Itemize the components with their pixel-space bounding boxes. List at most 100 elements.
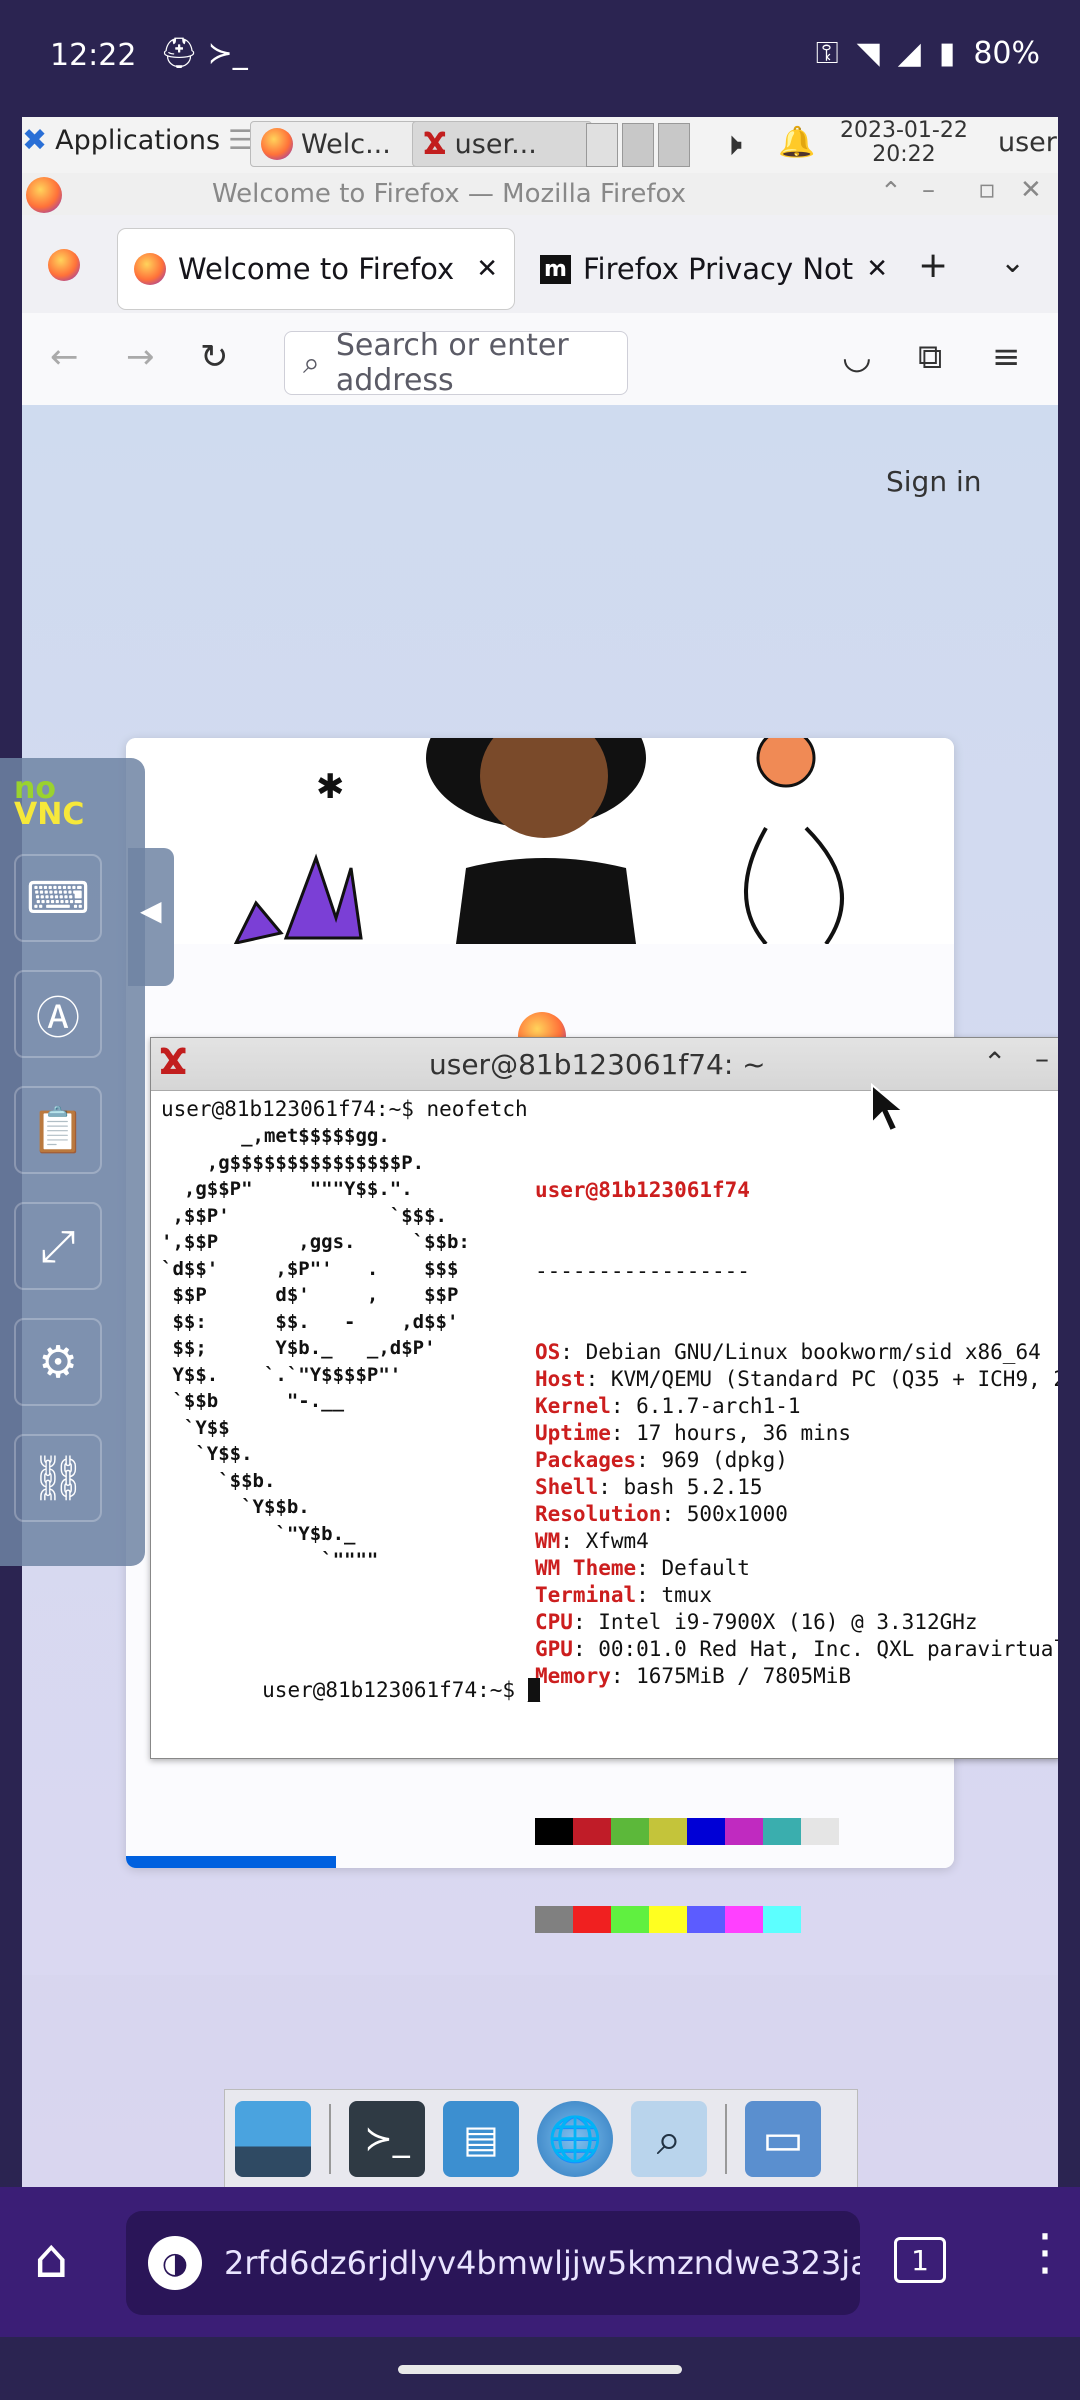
vpn-key-icon: ⚿ [815, 36, 839, 71]
workspace-1[interactable] [586, 123, 618, 167]
firefox-view-icon[interactable] [48, 249, 80, 281]
applications-label: Applications [55, 125, 221, 156]
prompt-line[interactable]: user@81b123061f74:~$ _ [161, 1650, 541, 1731]
home-icon[interactable]: ⌂ [34, 2227, 68, 2290]
tab-counter[interactable]: 1 [894, 2237, 946, 2283]
color-swatch [573, 1906, 611, 1933]
window-shade-icon[interactable]: ⌃ [880, 177, 902, 207]
info-value: : tmux [636, 1583, 713, 1607]
maximize-icon[interactable]: ▫ [978, 175, 996, 205]
keyboard-icon[interactable]: ⌨ [14, 854, 102, 942]
onboarding-progress [126, 1856, 336, 1868]
color-swatch [725, 1906, 763, 1933]
tab-label: Welcome to Firefox [178, 252, 455, 286]
mute-icon[interactable]: 🕨 [722, 125, 742, 164]
list-tabs-chevron-down-icon[interactable]: ⌄ [1000, 245, 1025, 280]
workspace-switcher[interactable] [586, 123, 690, 167]
panel-clock[interactable]: 2023-01-22 20:22 [840, 119, 968, 167]
folder-icon[interactable]: ▭ [745, 2101, 821, 2177]
sign-in-link[interactable]: Sign in [886, 465, 982, 498]
pocket-icon[interactable]: ◡ [842, 337, 872, 377]
clipboard-icon[interactable]: 📋 [14, 1086, 102, 1174]
app-finder-search-icon[interactable]: ⌕ [631, 2101, 707, 2177]
minimize-icon[interactable]: – [1035, 1042, 1049, 1075]
color-swatch [725, 1818, 763, 1845]
browser-url-bar[interactable]: ◑ 2rfd6dz6rjdlyv4bmwljjw5kmzndwe323jadl [126, 2211, 860, 2315]
firefox-tab-icon [134, 253, 166, 285]
wifi-icon: ◥ [856, 36, 880, 71]
gesture-handle[interactable] [398, 2365, 682, 2374]
file-manager-icon[interactable]: ▤ [443, 2101, 519, 2177]
info-value: : 969 (dpkg) [636, 1448, 788, 1472]
workspace-2[interactable] [622, 123, 654, 167]
dock-separator [725, 2104, 727, 2174]
color-swatch [573, 1818, 611, 1845]
info-label: Uptime [535, 1421, 611, 1445]
illustration-svg: ✱ [233, 738, 844, 946]
battery-icon: ▮ [938, 36, 956, 71]
url-bar[interactable]: ⌕ Search or enter address [284, 328, 628, 398]
taskbar-item-firefox[interactable]: Welc... [250, 121, 426, 167]
fullscreen-icon[interactable]: ⤢ [14, 1202, 102, 1290]
tab-welcome-to-firefox[interactable]: Welcome to Firefox ✕ [118, 229, 514, 309]
hamburger-menu-icon[interactable]: ≡ [992, 337, 1021, 377]
firefox-window-icon [26, 177, 62, 213]
minimize-icon[interactable]: – [922, 175, 935, 205]
color-swatch [763, 1818, 801, 1845]
collapse-arrow-icon: ◀ [140, 894, 162, 927]
web-browser-icon[interactable]: 🌐 [537, 2101, 613, 2177]
reload-icon[interactable]: ↻ [200, 337, 229, 377]
info-value: : 17 hours, 36 mins [610, 1421, 852, 1445]
show-desktop-icon[interactable] [235, 2101, 311, 2177]
taskbar-item-terminal[interactable]: Ϫ user... [412, 121, 592, 167]
back-icon[interactable]: ← [50, 337, 79, 377]
terminal-window[interactable]: Ϫ user@81b123061f74: ~ ⌃ – user@81b12306… [150, 1037, 1058, 1933]
taskbar-item-label: user... [454, 128, 537, 160]
forward-icon[interactable]: → [126, 337, 155, 377]
applications-menu[interactable]: ✖ Applications ☰ [22, 123, 252, 158]
info-line: Host: KVM/QEMU (Standard PC (Q35 + ICH9,… [535, 1366, 1058, 1393]
panel-user[interactable]: user [998, 127, 1057, 158]
close-icon[interactable]: ✕ [1020, 175, 1042, 205]
firefox-titlebar[interactable]: Welcome to Firefox — Mozilla Firefox ⌃ –… [22, 173, 1058, 215]
tab-close-icon[interactable]: ✕ [476, 254, 498, 284]
info-line: Terminal: tmux [535, 1582, 1058, 1609]
overflow-menu-icon[interactable]: ⋮ [1020, 2223, 1070, 2281]
terminal-output[interactable]: user@81b123061f74:~$ neofetch _,met$$$$$… [161, 1096, 1058, 1933]
battery-percent: 80% [973, 36, 1040, 71]
info-label: Resolution [535, 1502, 662, 1526]
info-line: Memory: 1675MiB / 7805MiB [535, 1663, 1058, 1690]
vnc-desktop[interactable]: ✖ Applications ☰ Welc... Ϫ user... 🕨 🔔 2… [22, 117, 1058, 2187]
xfce-top-panel: ✖ Applications ☰ Welc... Ϫ user... 🕨 🔔 2… [22, 117, 1058, 174]
window-title: Welcome to Firefox — Mozilla Firefox [212, 179, 687, 209]
info-label: Packages [535, 1448, 637, 1472]
taskbar-item-label: Welc... [301, 128, 391, 160]
info-line: WM: Xfwm4 [535, 1528, 1058, 1555]
tab-close-icon[interactable]: ✕ [866, 254, 888, 284]
terminal-icon[interactable]: ≻_ [349, 2101, 425, 2177]
info-line: Kernel: 6.1.7-arch1-1 [535, 1393, 1058, 1420]
info-line: Packages: 969 (dpkg) [535, 1447, 1058, 1474]
terminal-titlebar[interactable]: Ϫ user@81b123061f74: ~ ⌃ – [151, 1038, 1058, 1091]
new-tab-icon[interactable]: + [918, 245, 948, 286]
info-value: : Xfwm4 [560, 1529, 649, 1553]
color-swatch [611, 1818, 649, 1845]
extensions-icon[interactable]: ⧉ [918, 337, 942, 377]
disconnect-icon[interactable]: ⛓ [14, 1434, 102, 1522]
settings-gear-icon[interactable]: ⚙ [14, 1318, 102, 1406]
separator: ----------------- [535, 1259, 750, 1283]
workspace-3[interactable] [658, 123, 690, 167]
info-line: Uptime: 17 hours, 36 mins [535, 1420, 1058, 1447]
notification-bell-icon[interactable]: 🔔 [778, 125, 815, 160]
window-shade-icon[interactable]: ⌃ [983, 1046, 1006, 1079]
tab-privacy-notice[interactable]: m Firefox Privacy Notic ✕ [524, 229, 904, 309]
info-value: : 500x1000 [661, 1502, 788, 1526]
novnc-collapse-handle[interactable]: ◀ [128, 848, 174, 986]
status-time: 12:22 [50, 38, 137, 73]
color-swatch [687, 1906, 725, 1933]
color-swatch [611, 1906, 649, 1933]
novnc-control-bar: no VNC ⌨ Ⓐ 📋 ⤢ ⚙ ⛓ [0, 758, 145, 1566]
info-line: GPU: 00:01.0 Red Hat, Inc. QXL paravirtu… [535, 1636, 1058, 1663]
novnc-logo: no VNC [14, 774, 84, 830]
extra-keys-icon[interactable]: Ⓐ [14, 970, 102, 1058]
